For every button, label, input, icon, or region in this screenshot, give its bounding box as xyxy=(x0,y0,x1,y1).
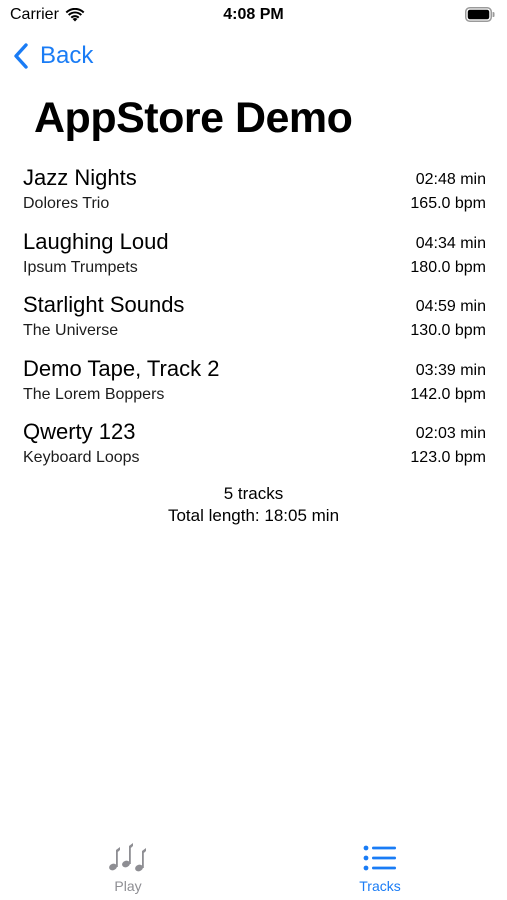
status-bar: Carrier 4:08 PM xyxy=(0,0,507,32)
track-bpm: 165.0 bpm xyxy=(410,195,486,212)
tab-play-label: Play xyxy=(114,878,142,894)
status-time: 4:08 PM xyxy=(223,6,284,23)
tab-tracks-label: Tracks xyxy=(359,878,401,894)
track-duration: 03:39 min xyxy=(415,361,486,379)
track-artist: Keyboard Loops xyxy=(23,449,140,466)
track-title: Demo Tape, Track 2 xyxy=(23,355,220,381)
track-row[interactable]: Demo Tape, Track 2 The Lorem Boppers 03:… xyxy=(23,356,486,420)
track-row[interactable]: Laughing Loud Ipsum Trumpets 04:34 min 1… xyxy=(23,229,486,293)
page-title: AppStore Demo xyxy=(34,94,353,142)
battery-icon xyxy=(465,7,495,22)
list-icon xyxy=(363,845,396,871)
track-title: Laughing Loud xyxy=(23,228,169,254)
track-list: Jazz Nights Dolores Trio 02:48 min 165.0… xyxy=(23,165,486,483)
track-title: Qwerty 123 xyxy=(23,419,136,444)
track-bpm: 123.0 bpm xyxy=(410,449,486,466)
tab-play[interactable]: Play xyxy=(78,842,178,894)
track-bpm: 180.0 bpm xyxy=(410,258,486,276)
total-length: Total length: 18:05 min xyxy=(167,506,340,525)
track-artist: Ipsum Trumpets xyxy=(23,258,138,276)
track-row[interactable]: Starlight Sounds The Universe 04:59 min … xyxy=(23,292,486,356)
tracks-summary: 5 tracks Total length: 18:05 min xyxy=(0,483,507,527)
track-bpm: 142.0 bpm xyxy=(410,385,486,403)
track-row[interactable]: Jazz Nights Dolores Trio 02:48 min 165.0… xyxy=(23,165,486,229)
track-count: 5 tracks xyxy=(223,484,284,503)
track-duration: 02:48 min xyxy=(415,171,486,188)
track-duration: 02:03 min xyxy=(415,425,486,442)
track-bpm: 130.0 bpm xyxy=(410,322,486,339)
track-artist: The Universe xyxy=(23,322,119,339)
track-duration: 04:34 min xyxy=(415,234,486,252)
track-title: Jazz Nights xyxy=(23,165,137,190)
back-label: Back xyxy=(40,42,94,69)
track-duration: 04:59 min xyxy=(415,298,486,315)
back-button[interactable]: Back xyxy=(12,42,93,70)
tab-bar: Play Tracks xyxy=(0,832,507,900)
tab-tracks[interactable]: Tracks xyxy=(330,842,430,894)
music-notes-icon xyxy=(109,843,146,872)
track-title: Starlight Sounds xyxy=(23,292,185,317)
track-artist: The Lorem Boppers xyxy=(23,385,165,403)
track-row[interactable]: Qwerty 123 Keyboard Loops 02:03 min 123.… xyxy=(23,419,486,483)
chevron-left-icon xyxy=(14,43,28,69)
track-artist: Dolores Trio xyxy=(23,195,110,212)
